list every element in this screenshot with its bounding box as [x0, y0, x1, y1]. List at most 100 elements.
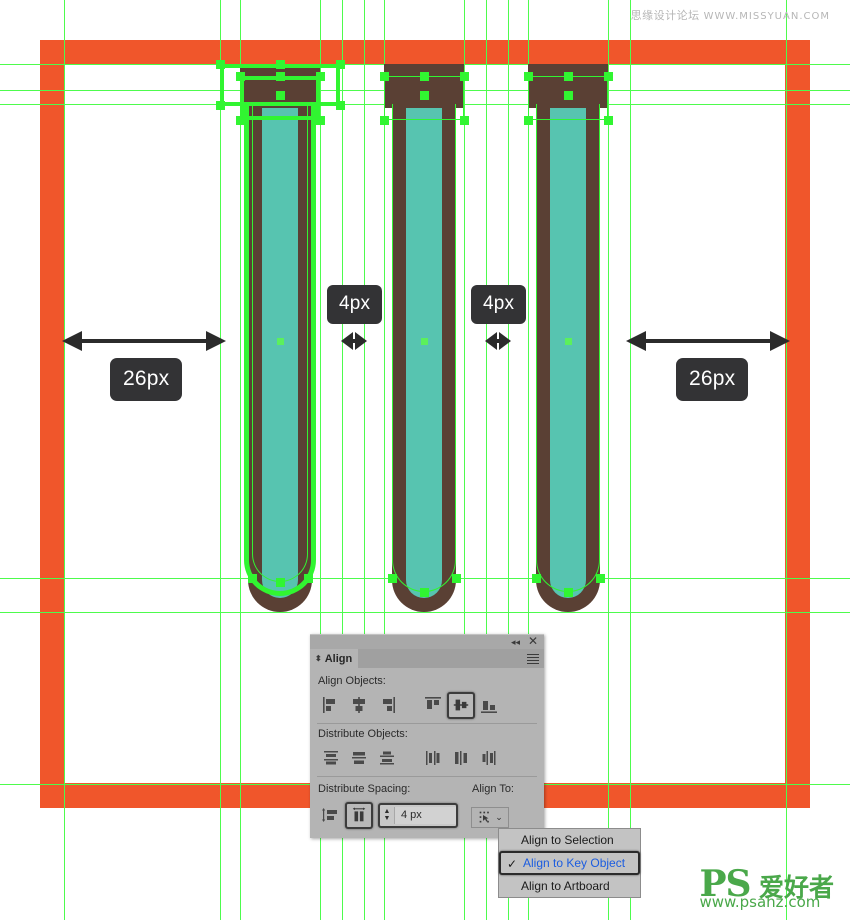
anchor-point[interactable]: [276, 91, 285, 100]
anchor-point[interactable]: [236, 116, 245, 125]
stepper-down-icon[interactable]: ▼: [384, 815, 391, 822]
menu-item-align-to-artboard[interactable]: Align to Artboard: [499, 875, 640, 897]
anchor-point[interactable]: [236, 72, 245, 81]
anchor-point[interactable]: [524, 72, 533, 81]
panel-tab-row: ⬍ Align: [310, 649, 544, 668]
center-point-tube-1: [277, 338, 284, 345]
anchor-point[interactable]: [460, 116, 469, 125]
vertical-distribute-bottom-button[interactable]: [373, 745, 401, 772]
anchor-point[interactable]: [276, 72, 285, 81]
illustrator-canvas-screenshot: 26px 4px 4px 26px ◂◂ ✕ ⬍ Align Align Obj…: [0, 0, 850, 920]
anchor-point[interactable]: [564, 588, 573, 597]
vertical-distribute-center-button[interactable]: [345, 745, 373, 772]
horizontal-align-left-button[interactable]: [317, 692, 345, 719]
vertical-distribute-spacing-button[interactable]: [317, 802, 345, 829]
anchor-point[interactable]: [316, 116, 325, 125]
distribute-spacing-controls: ▲ ▼ 4 px: [317, 798, 467, 832]
distribute-spacing-label: Distribute Spacing:: [318, 783, 411, 795]
anchor-point[interactable]: [420, 91, 429, 100]
guide-vertical: [786, 0, 787, 920]
artboard-frame-right: [785, 40, 810, 808]
guide-vertical: [64, 0, 65, 920]
stepper-up-icon[interactable]: ▲: [384, 808, 391, 815]
hamburger-menu-icon[interactable]: [527, 654, 539, 664]
center-point-tube-2: [421, 338, 428, 345]
panel-body: Align Objects: Distribute Objects: Distr…: [310, 668, 544, 838]
panel-titlebar[interactable]: ◂◂ ✕: [310, 634, 544, 649]
measure-label-left-margin: 26px: [110, 358, 183, 401]
artboard-frame-left: [40, 40, 65, 808]
align-to-label: Align To:: [472, 783, 514, 795]
anchor-point[interactable]: [420, 72, 429, 81]
tab-align[interactable]: ⬍ Align: [310, 649, 358, 668]
align-to-dropdown-button[interactable]: ⌄: [471, 806, 509, 828]
chevron-down-icon[interactable]: ⌄: [495, 812, 503, 823]
horizontal-align-right-button[interactable]: [373, 692, 401, 719]
measure-arrow-left-margin: [62, 331, 226, 351]
horizontal-distribute-center-button[interactable]: [447, 745, 475, 772]
distribute-objects-buttons: [317, 743, 537, 773]
anchor-point[interactable]: [336, 60, 345, 69]
anchor-point[interactable]: [336, 101, 345, 110]
align-panel[interactable]: ◂◂ ✕ ⬍ Align Align Objects: Distribute O…: [310, 634, 544, 838]
menu-item-label: Align to Selection: [521, 833, 614, 847]
anchor-point[interactable]: [316, 72, 325, 81]
panel-divider: [317, 776, 537, 777]
collapse-icon[interactable]: ◂◂: [511, 637, 520, 647]
menu-item-align-to-selection[interactable]: Align to Selection: [499, 829, 640, 851]
spacing-value-input[interactable]: 4 px: [394, 806, 456, 824]
vertical-align-bottom-button[interactable]: [475, 692, 503, 719]
menu-item-label: Align to Key Object: [523, 856, 626, 870]
vertical-distribute-top-button[interactable]: [317, 745, 345, 772]
guide-vertical: [630, 0, 631, 920]
guide-vertical: [220, 0, 221, 920]
tab-toggle-icon: ⬍: [315, 654, 322, 663]
panel-divider: [317, 723, 537, 724]
vertical-align-top-button[interactable]: [419, 692, 447, 719]
anchor-point[interactable]: [380, 72, 389, 81]
measure-label-gap-2: 4px: [471, 285, 527, 324]
center-point-tube-3: [565, 338, 572, 345]
align-objects-label: Align Objects:: [318, 675, 386, 687]
anchor-point[interactable]: [604, 72, 613, 81]
watermark-top-cn: 思缘设计论坛: [630, 9, 700, 22]
guide-vertical: [608, 0, 609, 920]
measure-arrow-gap-1: [341, 332, 367, 350]
anchor-point[interactable]: [216, 60, 225, 69]
close-icon[interactable]: ✕: [528, 635, 538, 648]
vertical-align-center-button[interactable]: [447, 691, 475, 719]
align-objects-buttons: [317, 690, 537, 720]
anchor-point[interactable]: [380, 116, 389, 125]
measure-label-gap-1: 4px: [327, 285, 383, 324]
watermark-logo: PS 爱好者 www.psahz.com: [699, 866, 834, 910]
horizontal-align-center-button[interactable]: [345, 692, 373, 719]
anchor-point[interactable]: [452, 574, 461, 583]
horizontal-distribute-left-button[interactable]: [419, 745, 447, 772]
anchor-point[interactable]: [216, 101, 225, 110]
anchor-point[interactable]: [532, 574, 541, 583]
anchor-point[interactable]: [524, 116, 533, 125]
measure-arrow-right-margin: [626, 331, 790, 351]
anchor-point[interactable]: [420, 588, 429, 597]
align-to-controls: ⌄: [471, 798, 537, 832]
anchor-point[interactable]: [276, 60, 285, 69]
menu-item-align-to-key-object[interactable]: ✓ Align to Key Object: [499, 851, 640, 875]
horizontal-distribute-right-button[interactable]: [475, 745, 503, 772]
anchor-point[interactable]: [604, 116, 613, 125]
anchor-point[interactable]: [388, 574, 397, 583]
horizontal-distribute-spacing-button[interactable]: [345, 801, 373, 829]
checkmark-icon: ✓: [507, 857, 518, 871]
anchor-point[interactable]: [460, 72, 469, 81]
anchor-point[interactable]: [304, 574, 313, 583]
anchor-point[interactable]: [276, 578, 285, 587]
distribute-objects-label: Distribute Objects:: [318, 728, 408, 740]
anchor-point[interactable]: [564, 91, 573, 100]
stepper-arrows[interactable]: ▲ ▼: [380, 808, 394, 822]
artboard-frame-top: [40, 40, 810, 65]
spacing-stepper[interactable]: ▲ ▼ 4 px: [378, 802, 458, 828]
guide-horizontal: [0, 612, 850, 613]
anchor-point[interactable]: [596, 574, 605, 583]
anchor-point[interactable]: [248, 574, 257, 583]
anchor-point[interactable]: [564, 72, 573, 81]
align-to-dropdown-menu[interactable]: Align to Selection ✓ Align to Key Object…: [498, 828, 641, 898]
